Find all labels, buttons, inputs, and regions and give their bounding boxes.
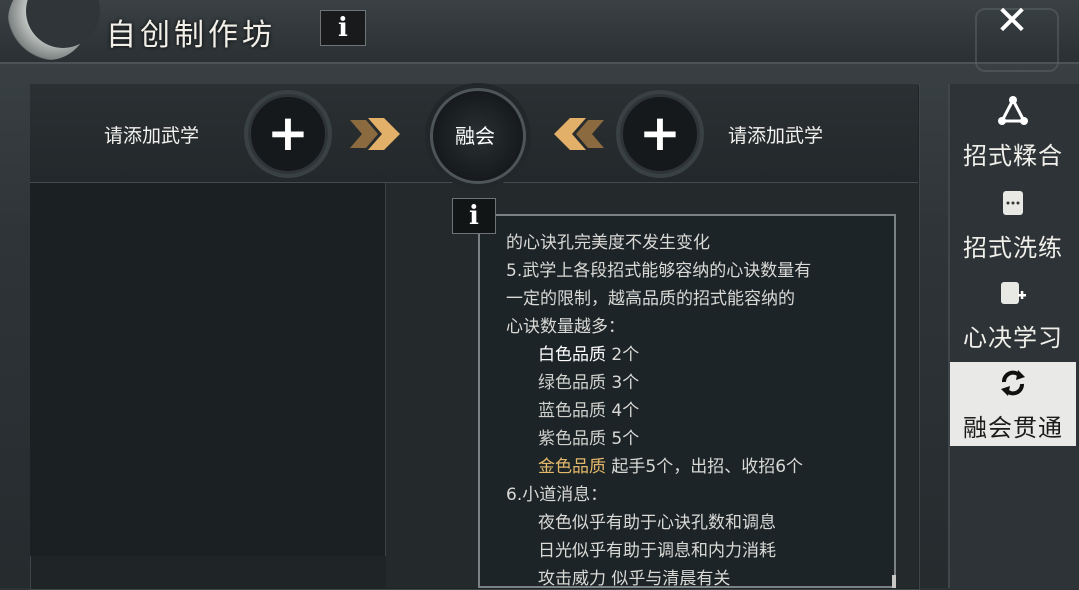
help-tooltip: 的心诀孔完美度不发生变化 5.武学上各段招式能够容纳的心诀数量有 一定的限制，越… [478, 214, 896, 589]
tooltip-info-button[interactable]: i [452, 198, 496, 234]
quality-name: 紫色品质 [538, 429, 606, 449]
quality-value: 3个 [611, 373, 640, 393]
right-add-slot-button[interactable]: + [620, 94, 700, 174]
quality-row-white: 白色品质 2个 [538, 340, 639, 365]
quality-name: 蓝色品质 [538, 401, 606, 421]
tooltip-scrollbar[interactable] [892, 575, 896, 588]
quality-row-blue: 蓝色品质 4个 [538, 396, 639, 421]
quality-value: 5个 [611, 429, 640, 449]
quality-row-purple: 紫色品质 5个 [538, 424, 639, 449]
quality-name: 绿色品质 [538, 373, 606, 393]
fuse-button-label: 融会 [455, 124, 495, 148]
tooltip-line: 的心诀孔完美度不发生变化 [506, 233, 710, 253]
refresh-icon [1001, 370, 1025, 396]
quality-value: 4个 [611, 401, 640, 421]
nav-item-label: 招式糅合 [963, 142, 1063, 170]
triangle-nodes-icon [998, 96, 1028, 125]
nav-item-label: 心决学习 [963, 324, 1063, 352]
tooltip-tip: 夜色似乎有助于心诀孔数和调息 [538, 513, 776, 533]
info-button[interactable]: i [320, 10, 366, 46]
quality-name: 金色品质 [538, 457, 606, 477]
quality-row-green: 绿色品质 3个 [538, 368, 639, 393]
quality-value: 2个 [611, 345, 640, 365]
close-button[interactable]: ✕ [990, 1, 1034, 41]
nav-item-move-blend[interactable]: 招式糅合 [950, 90, 1076, 174]
tooltip-line: 一定的限制，越高品质的招式能容纳的 [506, 289, 795, 309]
tooltip-tip: 日光似乎有助于调息和内力消耗 [538, 541, 776, 561]
left-arrow-icon [554, 118, 604, 150]
page-title: 自创制作坊 [106, 18, 276, 53]
left-list-area [30, 183, 386, 556]
right-slot-label: 请添加武学 [728, 125, 824, 147]
tooltip-line: 心诀数量越多： [506, 317, 625, 337]
nav-item-label: 融会贯通 [963, 414, 1063, 442]
left-add-slot-button[interactable]: + [248, 94, 328, 174]
quality-value: 起手5个，出招、收招6个 [611, 457, 804, 477]
quality-row-gold: 金色品质 起手5个，出招、收招6个 [538, 452, 803, 477]
scroll-icon [1003, 191, 1023, 215]
nav-item-move-refine[interactable]: 招式洗练 [950, 182, 1076, 266]
tooltip-line: 5.武学上各段招式能够容纳的心诀数量有 [506, 261, 812, 281]
tooltip-tip: 攻击威力 似乎与清晨有关 [538, 569, 731, 589]
left-slot-label: 请添加武学 [104, 125, 200, 147]
nav-item-fusion-mastery[interactable]: 融会贯通 [950, 362, 1076, 446]
nav-item-label: 招式洗练 [963, 234, 1063, 262]
tooltip-line: 6.小道消息： [506, 485, 608, 505]
right-arrow-icon [350, 118, 400, 150]
nav-item-formula-study[interactable]: 心决学习 [950, 272, 1076, 356]
quality-name: 白色品质 [538, 345, 606, 365]
scroll-plus-icon [1001, 282, 1026, 304]
